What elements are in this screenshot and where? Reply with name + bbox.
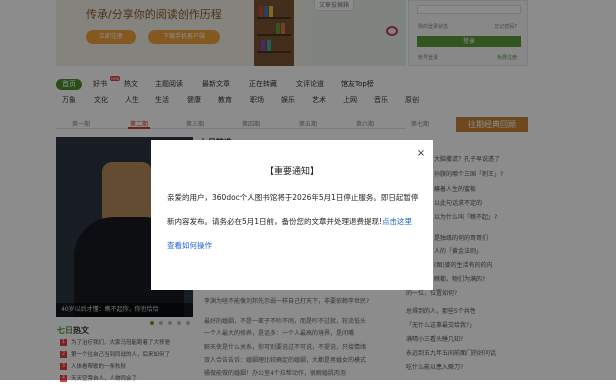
page-root: 传承/分享你的阅读创作历程 立即注册 下载手机客户端 文章投稿箱 我的登录状态 …: [0, 0, 616, 382]
dialog-message: 亲爱的用户，360doc个人图书馆将于2026年5月1日停止服务。即日起暂停新内…: [167, 193, 419, 226]
dialog-body: 亲爱的用户，360doc个人图书馆将于2026年5月1日停止服务。即日起暂停新内…: [167, 186, 419, 258]
dialog-title: 【重要通知】: [264, 167, 319, 177]
close-icon[interactable]: ×: [416, 149, 426, 159]
notice-dialog: × 【重要通知】 亲爱的用户，360doc个人图书馆将于2026年5月1日停止服…: [151, 140, 433, 290]
